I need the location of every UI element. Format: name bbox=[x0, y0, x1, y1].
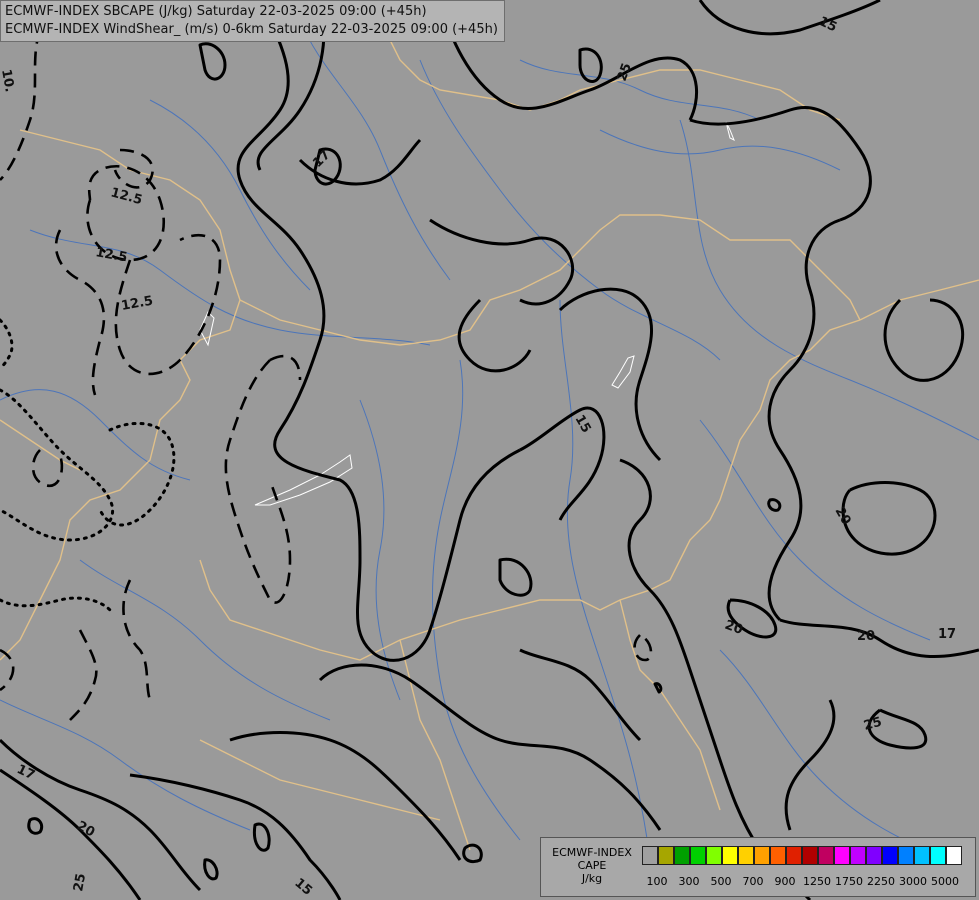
legend-swatch bbox=[802, 846, 818, 865]
legend-swatch bbox=[642, 846, 658, 865]
legend-swatch bbox=[658, 846, 674, 865]
legend-swatch bbox=[834, 846, 850, 865]
legend-swatch bbox=[722, 846, 738, 865]
legend-swatch bbox=[882, 846, 898, 865]
contour-label: 25 bbox=[71, 872, 89, 892]
legend-tick-label: 900 bbox=[774, 875, 796, 888]
color-legend: ECMWF-INDEX CAPE J/kg 100 300 500 700 900 125… bbox=[540, 837, 976, 897]
weather-map[interactable]: 15 25 17 12.5 12.5 12.5 15 20 20 20 17 2… bbox=[0, 0, 979, 900]
legend-tick-label: 1250 bbox=[803, 875, 831, 888]
legend-swatch bbox=[850, 846, 866, 865]
map-title-line-1: ECMWF-INDEX SBCAPE (J/kg) Saturday 22-03… bbox=[5, 4, 427, 19]
legend-swatch bbox=[706, 846, 722, 865]
legend-tick-label: 500 bbox=[710, 875, 732, 888]
legend-tick-label: 100 bbox=[646, 875, 668, 888]
legend-tick-label: 300 bbox=[678, 875, 700, 888]
contour-label: 20 bbox=[857, 629, 875, 644]
legend-label: ECMWF-INDEX CAPE J/kg bbox=[545, 846, 639, 885]
map-viewer: 15 25 17 12.5 12.5 12.5 15 20 20 20 17 2… bbox=[0, 0, 979, 900]
legend-swatch bbox=[866, 846, 882, 865]
legend-unit: J/kg bbox=[581, 872, 603, 885]
legend-tick-label: 3000 bbox=[899, 875, 927, 888]
legend-swatches bbox=[642, 846, 962, 865]
legend-swatch bbox=[946, 846, 962, 865]
legend-swatch bbox=[754, 846, 770, 865]
contour-label: 17 bbox=[938, 627, 956, 642]
map-title-line-2: ECMWF-INDEX WindShear_ (m/s) 0-6km Satur… bbox=[5, 22, 498, 37]
legend-swatch bbox=[674, 846, 690, 865]
legend-swatch bbox=[690, 846, 706, 865]
legend-swatch bbox=[770, 846, 786, 865]
legend-swatch bbox=[930, 846, 946, 865]
legend-swatch bbox=[818, 846, 834, 865]
legend-tick-label: 2250 bbox=[867, 875, 895, 888]
map-background bbox=[0, 0, 979, 900]
legend-swatch bbox=[738, 846, 754, 865]
legend-tick-label: 700 bbox=[742, 875, 764, 888]
legend-tick-label: 1750 bbox=[835, 875, 863, 888]
legend-variable: CAPE bbox=[577, 859, 607, 872]
map-title-box: ECMWF-INDEX SBCAPE (J/kg) Saturday 22-03… bbox=[0, 0, 505, 42]
legend-swatch bbox=[914, 846, 930, 865]
legend-swatch bbox=[786, 846, 802, 865]
legend-tick-label: 5000 bbox=[931, 875, 959, 888]
legend-swatch bbox=[898, 846, 914, 865]
contour-label: 10. bbox=[0, 68, 17, 93]
legend-ticks: 100 300 500 700 900 1250 1750 2250 3000 5000 bbox=[645, 875, 975, 889]
legend-title: ECMWF-INDEX bbox=[552, 846, 632, 859]
